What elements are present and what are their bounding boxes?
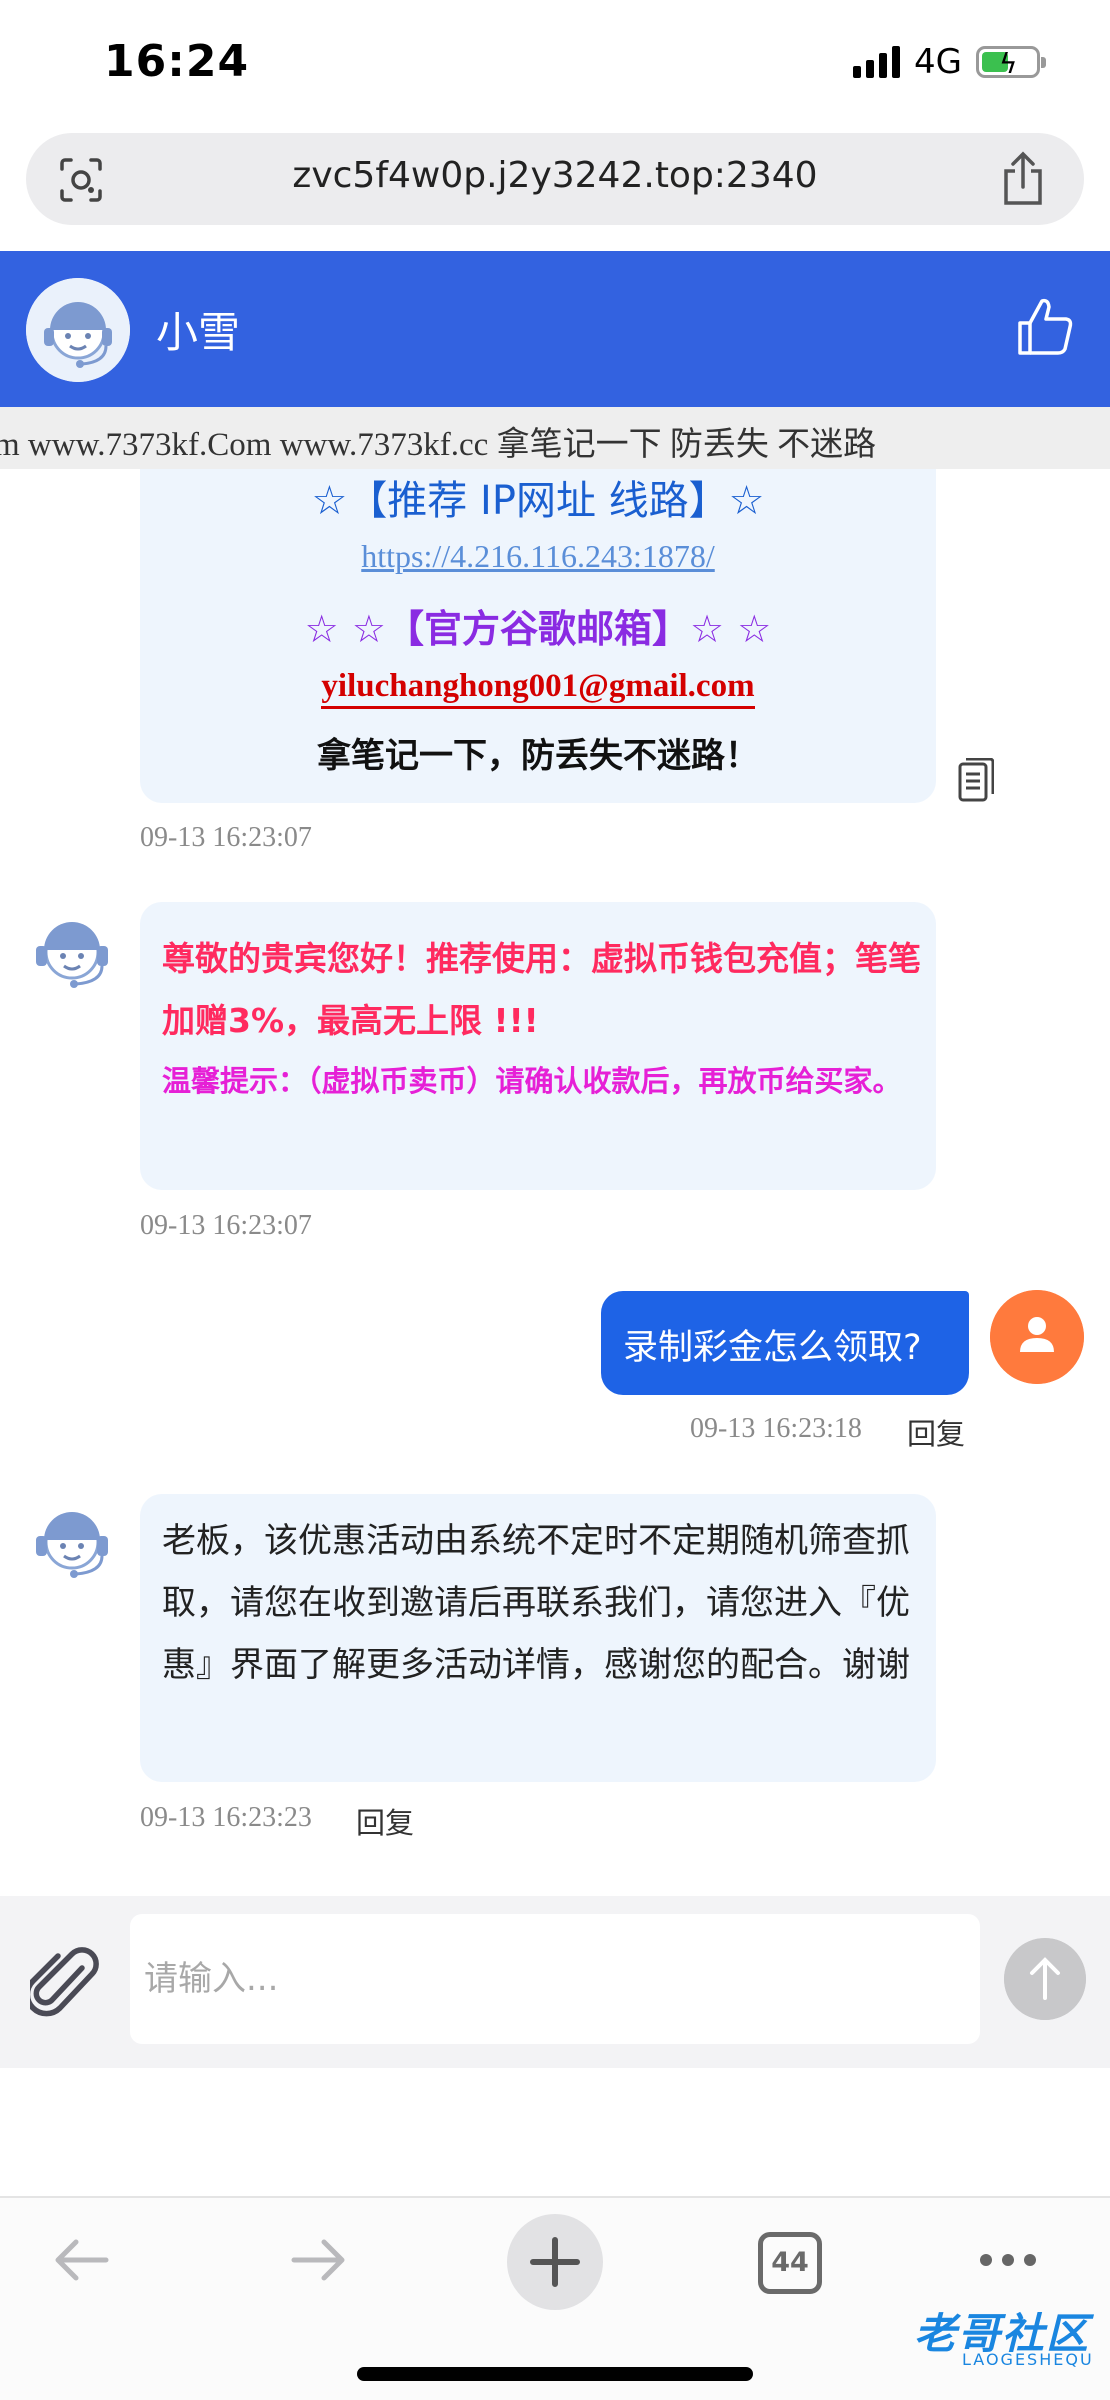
user-message: 录制彩金怎么领取? bbox=[601, 1291, 969, 1395]
network-type: 4G bbox=[914, 42, 962, 82]
message-time: 09-13 16:23:18 bbox=[690, 1413, 862, 1444]
marquee-text: m www.7373kf.Com www.7373kf.cc 拿笔记一下 防丢失… bbox=[0, 427, 877, 463]
back-arrow-icon[interactable] bbox=[50, 2228, 114, 2292]
send-arrow-icon[interactable] bbox=[1004, 1938, 1086, 2020]
watermark-logo: 老哥社区 LAOGESHEQU bbox=[870, 2300, 1100, 2374]
watermark-subtext: LAOGESHEQU bbox=[962, 2350, 1094, 2369]
reply-link[interactable]: 回复 bbox=[356, 1800, 414, 1842]
status-bar: 16:24 4G ϟ bbox=[0, 0, 1110, 120]
promo-tip-text: 温馨提示：（虚拟币卖币）请确认收款后，再放币给买家。 bbox=[162, 1064, 902, 1098]
message-input[interactable] bbox=[130, 1914, 980, 2044]
tabs-button[interactable]: 44 bbox=[758, 2232, 822, 2294]
agent-avatar bbox=[26, 278, 130, 382]
agent-avatar-icon bbox=[36, 1512, 108, 1578]
forward-arrow-icon[interactable] bbox=[286, 2228, 350, 2292]
info-email: yiluchanghong001@gmail.com bbox=[140, 668, 936, 709]
like-icon[interactable] bbox=[1016, 295, 1074, 357]
user-avatar-icon bbox=[990, 1290, 1084, 1384]
reply-link[interactable]: 回复 bbox=[907, 1411, 965, 1453]
info-line-email-title: ☆ ☆【官方谷歌邮箱】☆ ☆ bbox=[304, 607, 772, 651]
status-time: 16:24 bbox=[104, 36, 250, 87]
info-link-ip[interactable]: https://4.216.116.243:1878/ bbox=[140, 538, 936, 575]
message-time: 09-13 16:23:23 bbox=[140, 1802, 312, 1833]
url-text[interactable]: zvc5f4w0p.j2y3242.top:2340 bbox=[26, 155, 1084, 196]
info-email-text: yiluchanghong001@gmail.com bbox=[321, 668, 755, 709]
new-tab-button[interactable] bbox=[507, 2214, 603, 2310]
message-time: 09-13 16:23:07 bbox=[140, 822, 312, 853]
message-time: 09-13 16:23:07 bbox=[140, 1210, 312, 1241]
info-line-note: 拿笔记一下，防丢失不迷路！ bbox=[317, 736, 759, 776]
battery-icon: ϟ bbox=[976, 46, 1046, 80]
plus-icon bbox=[530, 2237, 580, 2287]
more-icon[interactable] bbox=[976, 2228, 1040, 2292]
paperclip-icon[interactable] bbox=[30, 1944, 100, 2020]
signal-icon bbox=[853, 46, 901, 78]
agent-avatar-icon bbox=[36, 922, 108, 988]
announcement-marquee: m www.7373kf.Com www.7373kf.cc 拿笔记一下 防丢失… bbox=[0, 407, 1110, 469]
address-bar[interactable]: zvc5f4w0p.j2y3242.top:2340 bbox=[26, 133, 1084, 225]
status-indicators: 4G ϟ bbox=[853, 42, 1046, 82]
user-message-text: 录制彩金怎么领取? bbox=[623, 1328, 922, 1368]
agent-name: 小雪 bbox=[156, 308, 241, 357]
chat-header: 小雪 bbox=[0, 251, 1110, 407]
composer bbox=[0, 1896, 1110, 2068]
promo-text: 尊敬的贵宾您好！推荐使用：虚拟币钱包充值；笔笔加赠3%，最高无上限 !!! bbox=[162, 939, 921, 1040]
info-line-ip-title: ☆【推荐 IP网址 线路】☆ bbox=[311, 478, 765, 524]
copy-icon[interactable] bbox=[958, 758, 994, 802]
agent-reply-text: 老板，该优惠活动由系统不定时不定期随机筛查抓取，请您在收到邀请后再联系我们，请您… bbox=[162, 1521, 910, 1685]
share-icon[interactable] bbox=[998, 151, 1048, 207]
home-indicator[interactable] bbox=[357, 2367, 753, 2381]
